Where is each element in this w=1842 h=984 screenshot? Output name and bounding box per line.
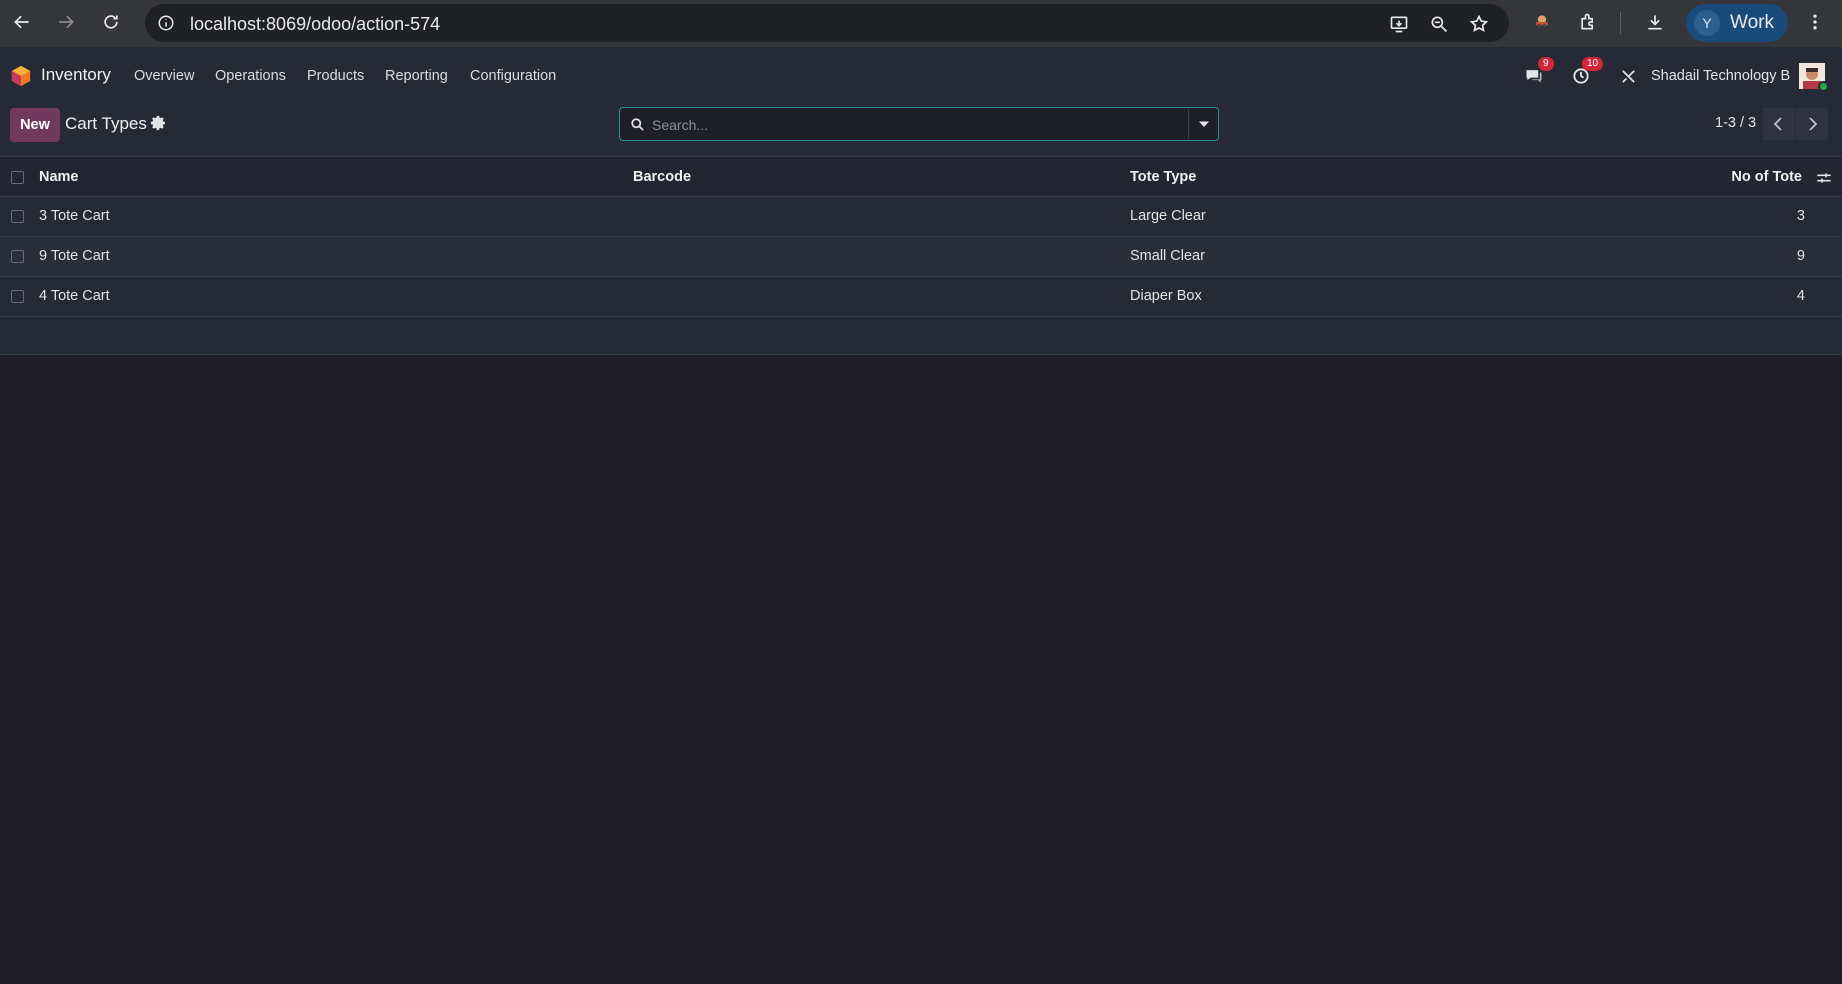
chevron-right-icon: [1809, 117, 1818, 131]
column-header-tote-type[interactable]: Tote Type: [1130, 169, 1196, 185]
search-options-toggle[interactable]: [1188, 108, 1218, 140]
row-checkbox[interactable]: [11, 210, 24, 223]
url-text: localhost:8069/odoo/action-574: [190, 14, 441, 34]
site-info-icon[interactable]: [155, 12, 177, 34]
column-header-barcode[interactable]: Barcode: [633, 169, 691, 185]
profile-button[interactable]: Y Work: [1686, 4, 1788, 42]
user-avatar[interactable]: [1799, 63, 1829, 92]
cell-name: 9 Tote Cart: [39, 248, 110, 264]
app-name[interactable]: Inventory: [41, 65, 111, 85]
debug-tools-icon[interactable]: [1620, 64, 1638, 88]
pager-next-button[interactable]: [1796, 108, 1828, 140]
menu-products[interactable]: Products: [307, 68, 364, 84]
address-bar[interactable]: localhost:8069/odoo/action-574: [145, 4, 1509, 42]
cell-no-of-tote: 9: [1796, 248, 1805, 264]
menu-overview[interactable]: Overview: [134, 68, 194, 84]
browser-menu-icon[interactable]: [1800, 7, 1830, 37]
downloads-icon[interactable]: [1640, 7, 1670, 37]
main-navbar: Inventory Overview Operations Products R…: [0, 47, 1842, 105]
pager-previous-button[interactable]: [1763, 108, 1795, 140]
cell-name: 4 Tote Cart: [39, 288, 110, 304]
table-footer: [0, 317, 1842, 355]
messages-badge: 9: [1538, 57, 1554, 71]
cell-tote-type: Large Clear: [1130, 208, 1206, 224]
extensions-icon[interactable]: [1573, 7, 1603, 37]
activities-badge: 10: [1582, 57, 1604, 71]
row-checkbox[interactable]: [11, 250, 24, 263]
chevron-left-icon: [1773, 117, 1782, 131]
online-status-dot: [1818, 81, 1829, 92]
browser-toolbar: localhost:8069/odoo/action-574 Y Work: [0, 0, 1842, 47]
bookmark-star-icon[interactable]: [1467, 12, 1491, 36]
menu-operations[interactable]: Operations: [215, 68, 286, 84]
profile-avatar: Y: [1694, 10, 1720, 36]
zoom-icon[interactable]: [1427, 12, 1451, 36]
back-icon[interactable]: [7, 7, 37, 37]
incognito-extension-icon[interactable]: [1527, 7, 1557, 37]
table-row[interactable]: 9 Tote Cart Small Clear 9: [0, 237, 1842, 277]
table-row[interactable]: 3 Tote Cart Large Clear 3: [0, 197, 1842, 237]
search-input[interactable]: [652, 114, 1192, 136]
menu-configuration[interactable]: Configuration: [470, 68, 556, 84]
profile-label: Work: [1730, 12, 1774, 33]
cell-name: 3 Tote Cart: [39, 208, 110, 224]
forward-icon[interactable]: [51, 7, 81, 37]
control-panel: New Cart Types 1-3 / 3: [0, 105, 1842, 157]
messages-button[interactable]: 9: [1524, 57, 1554, 88]
list-view: Name Barcode Tote Type No of Tote 3 Tote…: [0, 158, 1842, 355]
table-header: Name Barcode Tote Type No of Tote: [0, 158, 1842, 197]
new-button[interactable]: New: [10, 108, 60, 142]
gear-icon[interactable]: [150, 115, 166, 131]
optional-columns-icon[interactable]: [1816, 170, 1832, 186]
column-header-no-of-tote[interactable]: No of Tote: [1731, 169, 1802, 185]
menu-reporting[interactable]: Reporting: [385, 68, 448, 84]
cell-no-of-tote: 3: [1796, 208, 1805, 224]
toolbar-divider: [1620, 12, 1621, 34]
reload-icon[interactable]: [96, 7, 126, 37]
cell-no-of-tote: 4: [1796, 288, 1805, 304]
search-bar: [619, 107, 1219, 141]
page-title: Cart Types: [65, 114, 147, 133]
pager-value[interactable]: 1-3 / 3: [1715, 115, 1756, 131]
caret-down-icon: [1198, 121, 1209, 127]
column-header-name[interactable]: Name: [39, 169, 79, 185]
select-all-checkbox[interactable]: [11, 171, 24, 184]
inventory-app-icon[interactable]: [10, 65, 32, 87]
table-row[interactable]: 4 Tote Cart Diaper Box 4: [0, 277, 1842, 317]
company-switcher[interactable]: Shadail Technology B: [1651, 68, 1790, 84]
cell-tote-type: Diaper Box: [1130, 288, 1202, 304]
row-checkbox[interactable]: [11, 290, 24, 303]
search-icon: [631, 118, 644, 131]
install-app-icon[interactable]: [1387, 12, 1411, 36]
cell-tote-type: Small Clear: [1130, 248, 1205, 264]
activities-button[interactable]: 10: [1571, 57, 1604, 88]
